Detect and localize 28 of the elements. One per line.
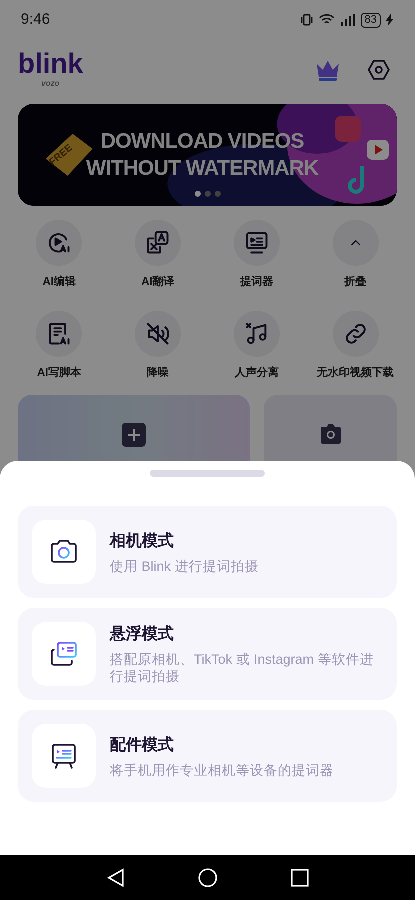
speaker-muted-icon — [145, 320, 172, 346]
translate-icon — [145, 230, 172, 256]
tool-button[interactable]: 人声分离 — [208, 310, 306, 381]
home-icon[interactable] — [198, 868, 218, 888]
tool-button[interactable]: 折叠 — [306, 220, 405, 290]
recents-icon[interactable] — [290, 868, 308, 886]
drag-handle[interactable] — [150, 470, 265, 477]
plus-icon — [122, 423, 146, 447]
mode-option[interactable]: 相机模式 使用 Blink 进行提词拍摄 — [18, 506, 397, 598]
app-logo: blink — [18, 50, 84, 78]
tool-button[interactable]: AI翻译 — [108, 220, 208, 290]
tool-button[interactable]: 提词器 — [208, 220, 306, 290]
vibrate-icon — [300, 13, 314, 27]
logo-subtitle: vozo — [42, 78, 60, 90]
mode-option[interactable]: 配件模式 将手机用作专业相机等设备的提词器 — [18, 710, 397, 802]
back-icon[interactable] — [106, 868, 124, 888]
battery-indicator: 83 — [360, 12, 381, 28]
charging-icon — [386, 14, 394, 26]
settings-icon[interactable] — [367, 58, 391, 82]
mode-option[interactable]: 悬浮模式 搭配原相机、TikTok 或 Instagram 等软件进行提词拍摄 — [18, 608, 397, 700]
status-time: 9:46 — [21, 10, 50, 30]
tool-button[interactable]: 降噪 — [108, 310, 208, 381]
signal-icon — [340, 13, 356, 27]
tool-button[interactable]: 无水印视频下载 — [306, 310, 405, 381]
monitor-text-icon — [244, 230, 270, 256]
camera-icon — [318, 423, 343, 445]
tool-button[interactable]: AI编辑 — [10, 220, 109, 290]
tool-button[interactable]: AI写脚本 — [10, 310, 109, 381]
